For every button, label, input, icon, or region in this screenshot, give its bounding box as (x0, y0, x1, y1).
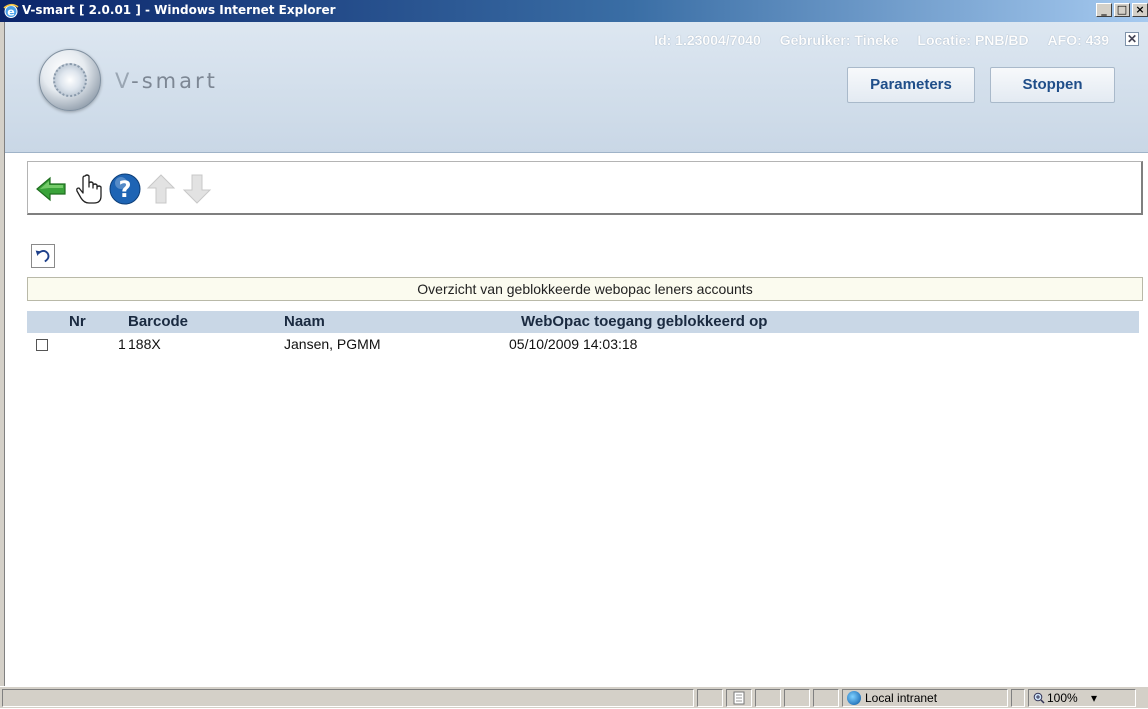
hand-pointer-icon[interactable] (72, 172, 106, 206)
maximize-button[interactable]: □ (1114, 3, 1130, 17)
globe-icon (847, 691, 861, 705)
column-header-barcode[interactable]: Barcode (128, 311, 188, 333)
page-content: V-smart Id: 1.23004/7040 Gebruiker: Tine… (4, 22, 1148, 686)
status-panel-blank (697, 689, 723, 707)
session-afo: AFO: 439 (1047, 32, 1109, 48)
stop-button[interactable]: Stoppen (990, 67, 1115, 103)
security-zone-panel[interactable]: Local intranet (842, 689, 1008, 707)
status-panel-blank (1011, 689, 1025, 707)
session-id: Id: 1.23004/7040 (654, 32, 761, 48)
page-caption: Overzicht van geblokkeerde webopac lener… (27, 277, 1143, 301)
session-location: Locatie: PNB/BD (917, 32, 1029, 48)
status-panel-blank (784, 689, 810, 707)
minimize-button[interactable]: _ (1096, 3, 1112, 17)
row-nr: 1 (118, 336, 126, 352)
back-arrow-icon[interactable] (34, 172, 68, 206)
parameters-button[interactable]: Parameters (847, 67, 975, 103)
chevron-down-icon[interactable]: ▾ (1091, 691, 1097, 705)
brand-rest: -smart (131, 69, 218, 93)
help-icon[interactable]: ? (108, 172, 142, 206)
table-row[interactable]: 1 188X Jansen, PGMM 05/10/2009 14:03:18 (27, 333, 1139, 355)
title-bar: e V-smart [ 2.0.01 ] - Windows Internet … (0, 0, 1148, 22)
svg-text:?: ? (119, 178, 132, 203)
status-bar: Local intranet 100% ▾ (0, 686, 1148, 708)
internet-explorer-icon: e (3, 3, 19, 19)
logo-inner-ring (53, 63, 87, 97)
brand-name: V-smart (115, 69, 218, 93)
blocked-accounts-table: Nr Barcode Naam WebOpac toegang geblokke… (27, 311, 1139, 355)
session-info: Id: 1.23004/7040 Gebruiker: Tineke Locat… (639, 32, 1109, 48)
vsmart-logo (39, 49, 101, 111)
row-barcode: 188X (128, 336, 161, 352)
column-header-blocked-on[interactable]: WebOpac toegang geblokkeerd op (521, 311, 767, 333)
zoom-icon (1033, 692, 1045, 704)
security-zone-label: Local intranet (865, 691, 938, 705)
row-blocked-on: 05/10/2009 14:03:18 (509, 336, 638, 352)
undo-icon[interactable] (31, 244, 55, 268)
svg-text:e: e (7, 6, 14, 19)
column-header-naam[interactable]: Naam (284, 311, 325, 333)
app-header: V-smart Id: 1.23004/7040 Gebruiker: Tine… (5, 22, 1148, 153)
column-header-nr[interactable]: Nr (69, 311, 86, 333)
table-header: Nr Barcode Naam WebOpac toegang geblokke… (27, 311, 1139, 333)
row-naam: Jansen, PGMM (284, 336, 381, 352)
zoom-control[interactable]: 100% ▾ (1028, 689, 1136, 707)
window-controls: _ □ × (1096, 3, 1148, 19)
close-button[interactable]: × (1132, 3, 1148, 17)
zoom-level: 100% (1047, 691, 1078, 705)
close-session-icon[interactable]: ✕ (1125, 32, 1139, 46)
session-user: Gebruiker: Tineke (779, 32, 899, 48)
arrow-up-icon (146, 174, 176, 204)
brand-v: V (115, 69, 132, 93)
status-panel-blank (755, 689, 781, 707)
page-icon (733, 691, 745, 705)
status-text-panel (2, 689, 694, 707)
status-panel-page (726, 689, 752, 707)
status-panel-blank (813, 689, 839, 707)
browser-window: e V-smart [ 2.0.01 ] - Windows Internet … (0, 0, 1148, 708)
arrow-down-icon (182, 174, 212, 204)
action-toolbar: ? (27, 161, 1143, 215)
window-title: V-smart [ 2.0.01 ] - Windows Internet Ex… (22, 3, 336, 17)
row-select-checkbox[interactable] (36, 339, 48, 351)
